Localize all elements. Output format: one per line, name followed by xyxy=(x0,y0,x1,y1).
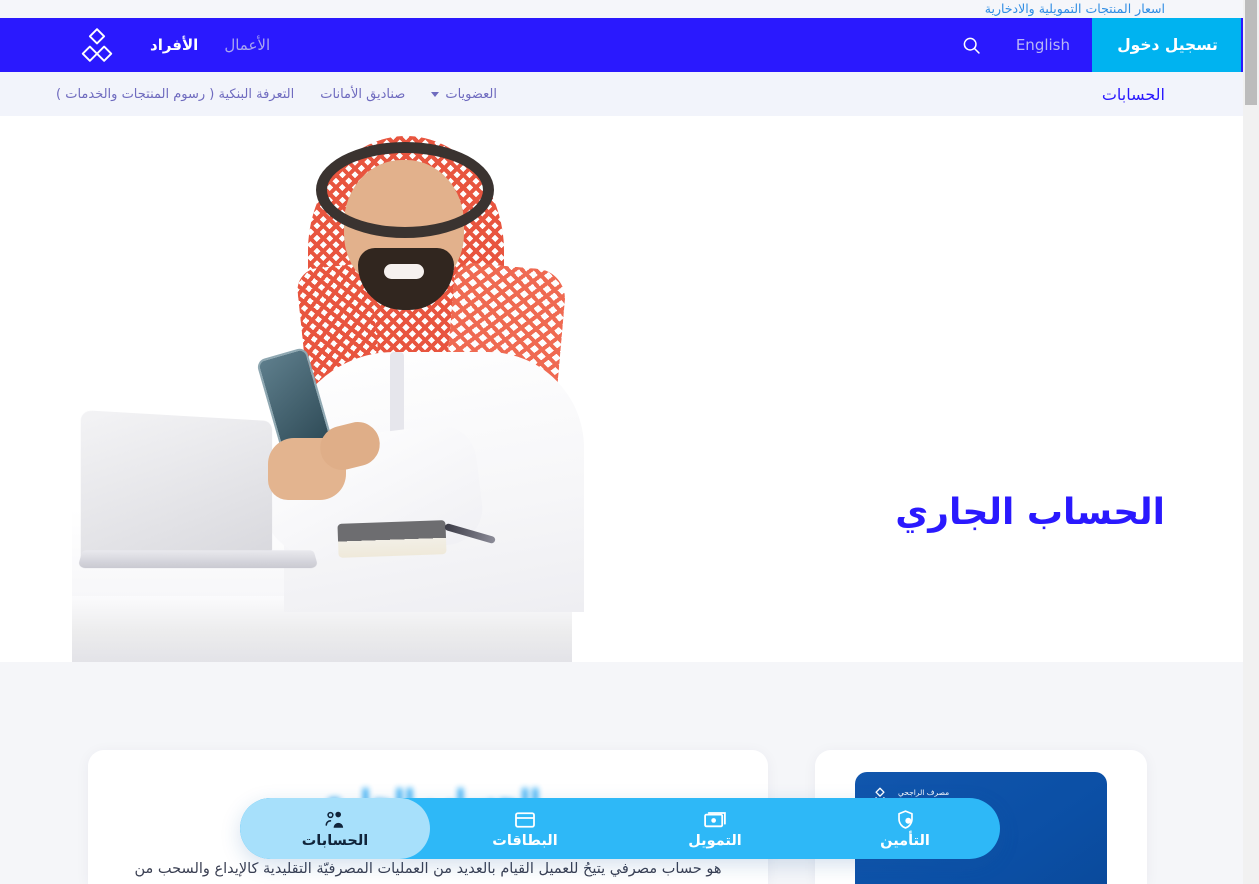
main-navigation-bar: تسجيل دخول English الأعمال الأفراد xyxy=(0,18,1243,72)
sub-navigation-bar: الحسابات العضويات صناديق الأمانات التعرف… xyxy=(0,72,1243,116)
alrajhi-bank-logo-icon[interactable] xyxy=(78,26,116,64)
sub-nav-section-title[interactable]: الحسابات xyxy=(1102,85,1165,104)
sub-nav-item-safe-deposit[interactable]: صناديق الأمانات xyxy=(320,87,405,102)
tab-financing-label: التمويل xyxy=(688,832,742,849)
login-button[interactable]: تسجيل دخول xyxy=(1092,18,1243,72)
sub-nav-item-memberships[interactable]: العضويات xyxy=(431,87,497,102)
nav-right-group: الأعمال الأفراد xyxy=(78,18,270,72)
description-card-body: هو حساب مصرفي يتيحُ للعميل القيام بالعدي… xyxy=(134,861,722,877)
nav-left-group: تسجيل دخول English xyxy=(950,18,1243,72)
hero-section: الحساب الجاري xyxy=(0,116,1243,662)
debit-card-bank-name-ar: مصرف الراجحي xyxy=(898,788,950,797)
language-switch-english[interactable]: English xyxy=(994,18,1092,72)
tab-cards-label: البطاقات xyxy=(492,832,558,849)
page-viewport: اسعار المنتجات التمويلية والادخارية تسجي… xyxy=(0,0,1243,884)
tab-cards[interactable]: البطاقات xyxy=(430,798,620,859)
laptop-screen xyxy=(80,409,273,563)
notebook xyxy=(337,520,447,558)
hero-photo xyxy=(72,116,584,662)
laptop-base xyxy=(77,550,319,569)
nav-segment-personal[interactable]: الأفراد xyxy=(150,36,198,54)
chevron-down-icon xyxy=(431,91,440,97)
people-accounts-icon xyxy=(324,809,346,831)
utility-bar: اسعار المنتجات التمويلية والادخارية xyxy=(0,0,1243,18)
page-scrollbar-track[interactable] xyxy=(1243,0,1259,884)
sub-nav-inner: الحسابات العضويات صناديق الأمانات التعرف… xyxy=(0,85,1243,104)
sub-nav-item-bank-tariff[interactable]: التعرفة البنكية ( رسوم المنتجات والخدمات… xyxy=(56,87,294,102)
tab-accounts[interactable]: الحسابات xyxy=(240,798,430,859)
search-icon[interactable] xyxy=(950,18,994,72)
browser-page: اسعار المنتجات التمويلية والادخارية تسجي… xyxy=(0,0,1259,884)
banknote-icon xyxy=(703,809,727,831)
person-mouth xyxy=(384,264,424,279)
product-category-tabbar: الحسابات البطاقات التمويل التأمين xyxy=(240,798,1000,859)
igal-headband xyxy=(316,142,494,238)
page-scrollbar-thumb[interactable] xyxy=(1245,0,1257,105)
credit-card-icon xyxy=(514,809,536,831)
utility-link-rates[interactable]: اسعار المنتجات التمويلية والادخارية xyxy=(985,0,1165,18)
sub-nav-links: العضويات صناديق الأمانات التعرفة البنكية… xyxy=(56,87,497,102)
tab-insurance[interactable]: التأمين xyxy=(810,798,1000,859)
nav-segment-business[interactable]: الأعمال xyxy=(224,36,270,54)
tab-financing[interactable]: التمويل xyxy=(620,798,810,859)
tab-insurance-label: التأمين xyxy=(880,832,930,849)
tab-accounts-label: الحسابات xyxy=(301,832,369,849)
sub-nav-item-memberships-label: العضويات xyxy=(445,86,497,102)
page-title: الحساب الجاري xyxy=(895,492,1165,533)
shield-insurance-icon xyxy=(895,809,916,831)
